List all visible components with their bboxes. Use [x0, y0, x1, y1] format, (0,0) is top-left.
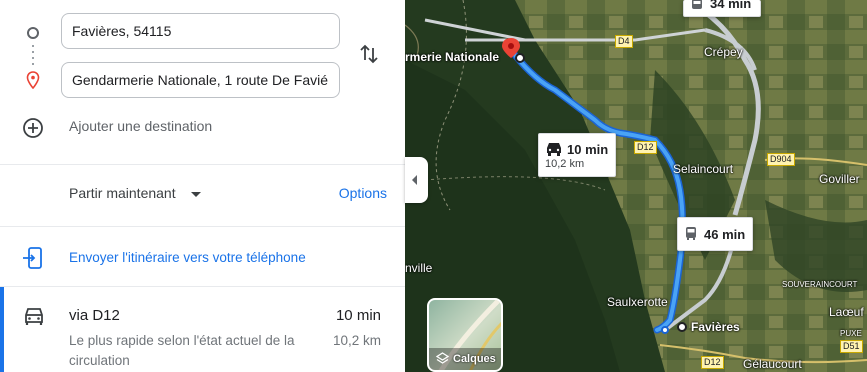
transit-bubble-top[interactable]: 34 min [683, 0, 761, 17]
collapse-panel-button[interactable] [405, 157, 428, 203]
destination-input[interactable]: Gendarmerie Nationale, 1 route De Favié [61, 62, 340, 98]
transit-duration: 46 min [704, 227, 746, 242]
road-tag-d12: D12 [634, 141, 657, 154]
map-label-saulxerotte: Saulxerotte [607, 295, 668, 309]
route-dots [32, 45, 34, 67]
bus-icon [686, 227, 696, 240]
layers-button[interactable]: Calques [427, 298, 503, 372]
add-destination-icon[interactable] [22, 117, 44, 139]
route-description: Le plus rapide selon l'état actuel de la… [69, 333, 295, 368]
map-label-laoeuf: Laœuf [829, 305, 864, 319]
transit-duration: 34 min [710, 0, 752, 11]
options-link[interactable]: Options [339, 185, 387, 201]
origin-input[interactable]: Favières, 54115 [61, 13, 340, 49]
destination-pin-icon [26, 71, 40, 89]
route-distance: 10,2 km [332, 333, 381, 348]
map-label-gelaucourt: Gélaucourt [743, 357, 802, 371]
send-to-phone-link[interactable]: Envoyer l'itinéraire vers votre téléphon… [69, 250, 306, 265]
send-to-phone-icon[interactable] [22, 246, 44, 270]
map-label-gendarmerie: rmerie Nationale [405, 50, 500, 64]
route-duration: 10 min [335, 307, 381, 324]
map-label-goviller: Goviller [819, 172, 860, 186]
car-icon [25, 308, 43, 325]
route-bubble-car[interactable]: 10 min 10,2 km [538, 133, 616, 177]
chevron-left-icon [412, 175, 417, 185]
map-label-crepey: Crépey [704, 45, 743, 59]
bus-icon [692, 0, 702, 9]
route-inputs: Favières, 54115 Gendarmerie Nationale, 1… [0, 0, 405, 165]
road-tag-d12-south: D12 [701, 356, 724, 369]
map-label-favieres: Favières [691, 320, 740, 334]
swap-icon[interactable] [358, 42, 380, 66]
layers-icon [436, 352, 449, 364]
road-tag-d904: D904 [767, 153, 795, 166]
leave-now-dropdown[interactable]: Partir maintenant [69, 185, 176, 201]
map-label-nville: nville [405, 261, 433, 275]
origin-circle-icon [27, 27, 39, 39]
road-tag-d51: D51 [840, 340, 863, 353]
divider [0, 164, 405, 165]
car-icon [547, 143, 561, 156]
map-label-souveraincourt: SOUVERAINCOURT [782, 280, 858, 289]
map-label-selaincourt: Selaincourt [673, 162, 734, 176]
directions-panel: Favières, 54115 Gendarmerie Nationale, 1… [0, 0, 406, 372]
map-label-puxe: PUXE [840, 329, 862, 338]
route-bubble-duration: 10 min [567, 142, 609, 157]
layers-label: Calques [453, 353, 496, 365]
road-tag-d4: D4 [615, 35, 633, 48]
chevron-down-icon[interactable] [191, 192, 201, 197]
route-option-d12[interactable]: via D12 10 min Le plus rapide selon l'ét… [0, 287, 405, 372]
transit-bubble-mid[interactable]: 46 min [677, 217, 753, 251]
selected-route-indicator [0, 287, 4, 372]
route-via: via D12 [69, 307, 120, 324]
divider [0, 226, 405, 227]
route-bubble-distance: 10,2 km [545, 158, 585, 170]
add-destination-label[interactable]: Ajouter une destination [69, 118, 212, 134]
